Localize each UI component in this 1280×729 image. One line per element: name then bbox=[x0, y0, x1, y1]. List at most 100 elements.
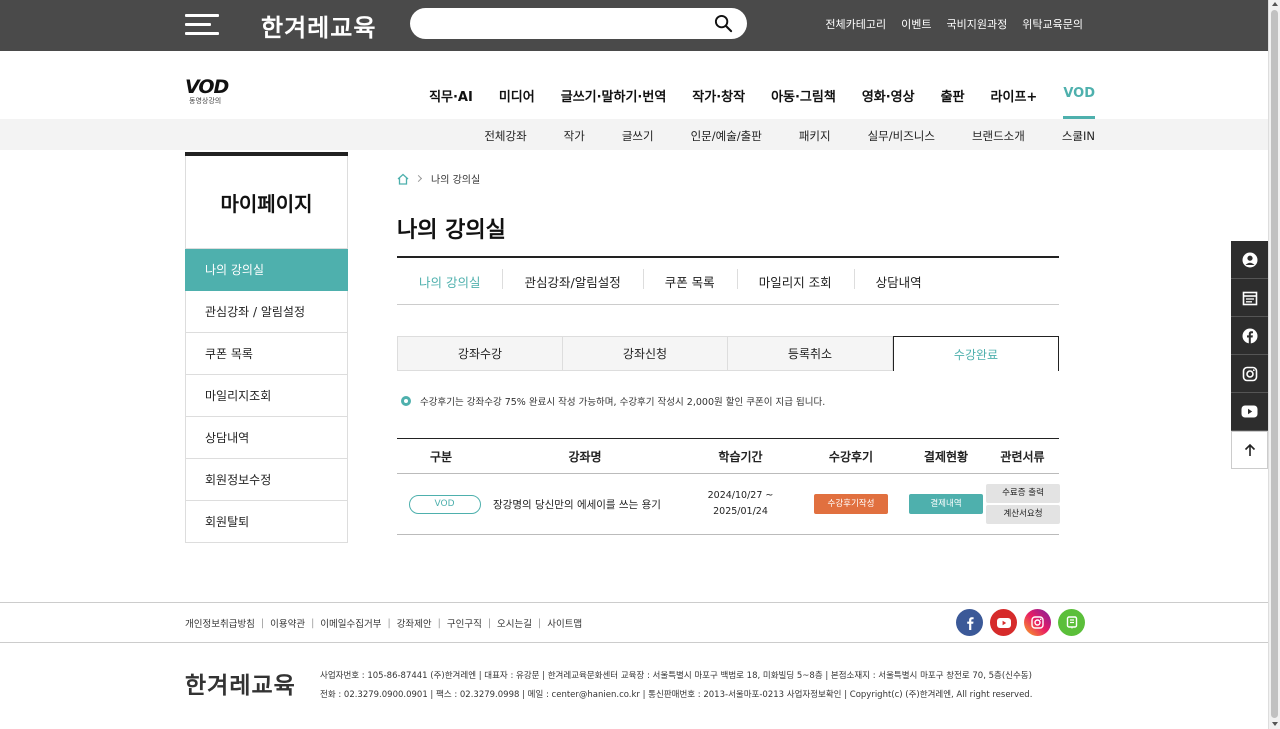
brand-logo[interactable]: 한겨레교육 bbox=[261, 8, 376, 43]
subnav-all[interactable]: 전체강좌 bbox=[484, 128, 526, 144]
write-review-button[interactable]: 수강후기작성 bbox=[814, 494, 888, 514]
footer-socials bbox=[956, 609, 1085, 636]
course-table: 구분 강좌명 학습기간 수강후기 결제현황 관련서류 VOD 장강명의 당신만의… bbox=[397, 438, 1060, 535]
sidebar: 마이페이지 나의 강의실 관심강좌 / 알림설정 쿠폰 목록 마일리지조회 상담… bbox=[185, 152, 348, 543]
tab-cancelled[interactable]: 등록취소 bbox=[728, 336, 893, 371]
request-invoice-button[interactable]: 계산서요청 bbox=[986, 505, 1060, 524]
facebook-icon[interactable] bbox=[956, 609, 983, 636]
tab-in-progress[interactable]: 강좌수강 bbox=[397, 336, 563, 371]
footer-link-privacy[interactable]: 개인정보취급방침 bbox=[185, 616, 255, 630]
instagram-icon[interactable] bbox=[1231, 355, 1268, 393]
subnav-school-in[interactable]: 스쿨IN bbox=[1062, 128, 1095, 144]
search-box bbox=[410, 8, 747, 39]
col-period: 학습기간 bbox=[718, 449, 763, 464]
footer-link-email-refusal[interactable]: 이메일수집거부 bbox=[320, 616, 381, 630]
course-period: 2024/10/27 ~ 2025/01/24 bbox=[707, 490, 774, 517]
sidebar-item-withdraw[interactable]: 회원탈퇴 bbox=[185, 501, 348, 543]
scroll-up-arrow-icon[interactable] bbox=[1272, 2, 1278, 6]
footer-link-directions[interactable]: 오시는길 bbox=[497, 616, 532, 630]
bullet-icon bbox=[401, 396, 411, 406]
tab-interest[interactable]: 관심강좌/알림설정 bbox=[502, 268, 642, 291]
footer-link-suggest[interactable]: 강좌제안 bbox=[397, 616, 432, 630]
footer-brand-logo: 한겨레교육 bbox=[185, 673, 296, 699]
top-bar: 한겨레교육 전체카테고리 이벤트 국비지원과정 위탁교육문의 bbox=[0, 0, 1268, 51]
type-badge: VOD bbox=[408, 494, 481, 514]
top-link-all-category[interactable]: 전체카테고리 bbox=[825, 16, 886, 32]
col-documents: 관련서류 bbox=[1000, 449, 1045, 464]
scroll-down-arrow-icon[interactable] bbox=[1272, 722, 1278, 726]
nav-kids[interactable]: 아동·그림책 bbox=[771, 86, 836, 105]
course-title[interactable]: 장강명의 당신만의 에세이를 쓰는 용기 bbox=[485, 497, 685, 512]
mypage-tabs: 나의 강의실 관심강좌/알림설정 쿠폰 목록 마일리지 조회 상담내역 bbox=[397, 258, 1059, 305]
top-link-consign-inquiry[interactable]: 위탁교육문의 bbox=[1022, 16, 1083, 32]
subnav-business[interactable]: 실무/비즈니스 bbox=[868, 128, 935, 144]
footer-links: 개인정보취급방침 | 이용약관 | 이메일수집거부 | 강좌제안 | 구인구직 | 오시는… bbox=[185, 616, 583, 631]
nav-writing[interactable]: 글쓰기·말하기·번역 bbox=[561, 86, 667, 105]
top-link-national-support[interactable]: 국비지원과정 bbox=[947, 16, 1008, 32]
sidebar-item-coupons[interactable]: 쿠폰 목록 bbox=[185, 333, 348, 375]
vod-logo[interactable]: VOD 동영상강의 bbox=[185, 76, 235, 112]
nav-author[interactable]: 작가·창작 bbox=[692, 86, 745, 105]
user-icon[interactable] bbox=[1231, 241, 1268, 279]
tab-mileage[interactable]: 마일리지 조회 bbox=[736, 268, 854, 291]
sidebar-item-edit-profile[interactable]: 회원정보수정 bbox=[185, 459, 348, 501]
tab-applied[interactable]: 강좌신청 bbox=[563, 336, 728, 371]
page-scrollbar[interactable] bbox=[1268, 0, 1280, 729]
scroll-top-icon[interactable] bbox=[1231, 431, 1268, 469]
sidebar-item-my-classroom[interactable]: 나의 강의실 bbox=[185, 249, 348, 291]
blog-icon[interactable] bbox=[1058, 609, 1085, 636]
notice: 수강후기는 강좌수강 75% 완료시 작성 가능하며, 수강후기 작성시 2,0… bbox=[401, 394, 825, 408]
page-title: 나의 강의실 bbox=[397, 218, 506, 243]
instagram-icon[interactable] bbox=[1024, 609, 1051, 636]
sidebar-item-consult[interactable]: 상담내역 bbox=[185, 417, 348, 459]
breadcrumb: 나의 강의실 bbox=[397, 171, 480, 186]
nav-media[interactable]: 미디어 bbox=[499, 86, 535, 105]
footer-info-line2: 전화 : 02.3279.0900.0901 | 팩스 : 02.3279.09… bbox=[320, 690, 1033, 700]
subnav-humanities[interactable]: 인문/예술/출판 bbox=[691, 128, 762, 144]
top-links: 전체카테고리 이벤트 국비지원과정 위탁교육문의 bbox=[825, 16, 1083, 32]
footer-link-sitemap[interactable]: 사이트맵 bbox=[547, 616, 582, 630]
subnav-brand[interactable]: 브랜드소개 bbox=[972, 128, 1025, 144]
quick-bar bbox=[1231, 241, 1268, 469]
main-nav: 직무·AI 미디어 글쓰기·말하기·번역 작가·창작 아동·그림책 영화·영상 … bbox=[429, 86, 1095, 119]
calendar-icon[interactable] bbox=[1231, 279, 1268, 317]
chevron-right-icon bbox=[414, 174, 423, 183]
tab-consult[interactable]: 상담내역 bbox=[853, 268, 944, 291]
footer-link-jobs[interactable]: 구인구직 bbox=[447, 616, 482, 630]
footer-link-terms[interactable]: 이용약관 bbox=[270, 616, 305, 630]
search-icon[interactable] bbox=[714, 14, 733, 33]
course-status-tabs: 강좌수강 강좌신청 등록취소 수강완료 bbox=[397, 336, 1059, 371]
youtube-icon[interactable] bbox=[990, 609, 1017, 636]
scrollbar-thumb[interactable] bbox=[1271, 10, 1278, 718]
top-link-event[interactable]: 이벤트 bbox=[901, 16, 931, 32]
col-payment: 결제현황 bbox=[923, 449, 969, 464]
sidebar-title: 마이페이지 bbox=[220, 191, 313, 216]
table-header: 구분 강좌명 학습기간 수강후기 결제현황 관련서류 bbox=[397, 438, 1059, 474]
nav-vod[interactable]: VOD bbox=[1063, 86, 1095, 119]
tab-my-classroom[interactable]: 나의 강의실 bbox=[397, 272, 502, 291]
payment-history-button[interactable]: 결제내역 bbox=[909, 494, 983, 514]
footer-info: 사업자번호 : 105-86-87441 (주)한겨레엔 | 대표자 : 유강문… bbox=[320, 667, 1032, 705]
nav-publish[interactable]: 출판 bbox=[941, 86, 965, 105]
sidebar-item-mileage[interactable]: 마일리지조회 bbox=[185, 375, 348, 417]
sub-nav: 전체강좌 작가 글쓰기 인문/예술/출판 패키지 실무/비즈니스 브랜드소개 스… bbox=[484, 128, 1095, 144]
subnav-author[interactable]: 작가 bbox=[564, 128, 585, 144]
tab-completed[interactable]: 수강완료 bbox=[893, 336, 1059, 371]
subnav-writing[interactable]: 글쓰기 bbox=[622, 128, 654, 144]
col-type: 구분 bbox=[429, 449, 453, 464]
search-input[interactable] bbox=[426, 13, 706, 34]
facebook-icon[interactable] bbox=[1231, 317, 1268, 355]
home-icon[interactable] bbox=[397, 173, 409, 185]
breadcrumb-current: 나의 강의실 bbox=[431, 175, 481, 186]
print-certificate-button[interactable]: 수료증 출력 bbox=[986, 484, 1060, 503]
footer-info-line1: 사업자번호 : 105-86-87441 (주)한겨레엔 | 대표자 : 유강문… bbox=[320, 671, 1032, 681]
menu-icon[interactable] bbox=[185, 14, 219, 36]
nav-life[interactable]: 라이프+ bbox=[991, 86, 1038, 105]
notice-text: 수강후기는 강좌수강 75% 완료시 작성 가능하며, 수강후기 작성시 2,0… bbox=[420, 397, 826, 408]
nav-job-ai[interactable]: 직무·AI bbox=[429, 86, 473, 105]
tab-coupons[interactable]: 쿠폰 목록 bbox=[642, 268, 737, 291]
youtube-icon[interactable] bbox=[1231, 393, 1268, 431]
sidebar-item-interest[interactable]: 관심강좌 / 알림설정 bbox=[185, 291, 348, 333]
subnav-package[interactable]: 패키지 bbox=[799, 128, 831, 144]
nav-film[interactable]: 영화·영상 bbox=[862, 86, 915, 105]
